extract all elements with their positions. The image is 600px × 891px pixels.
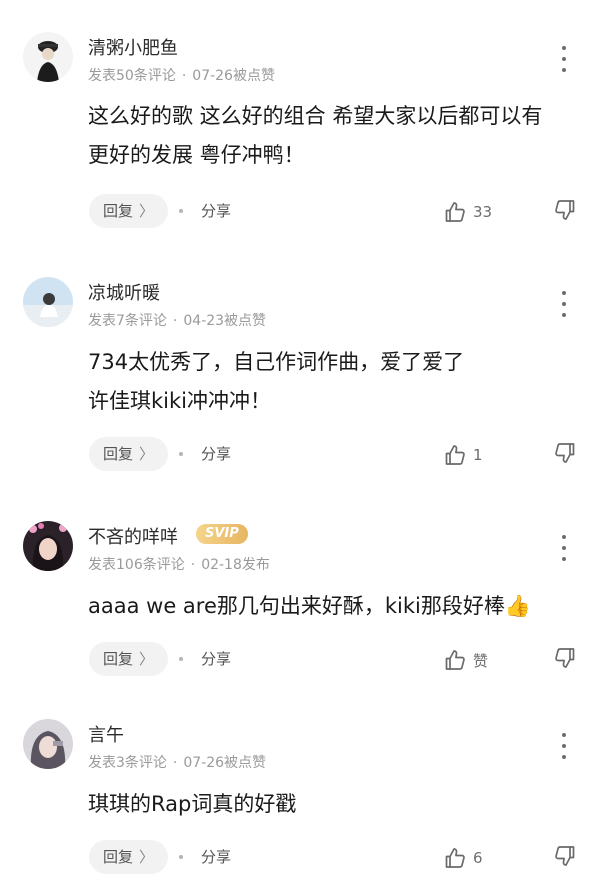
comment-meta: 发表3条评论 · 07-26被点赞 — [88, 752, 266, 772]
dislike-button[interactable] — [553, 198, 577, 226]
reply-label: 回复 — [103, 650, 134, 668]
like-button[interactable]: 1 — [443, 441, 483, 469]
comment-content: 琪琪的Rap词真的好戳 — [88, 785, 580, 824]
comment-time: 07-26被点赞 — [183, 755, 267, 771]
comment-meta: 发表50条评论 · 07-26被点赞 — [88, 65, 275, 85]
username[interactable]: 清粥小肥鱼 — [88, 34, 178, 60]
thumbs-up-icon — [445, 445, 465, 465]
thumbs-down-icon — [555, 443, 575, 463]
dislike-button[interactable] — [553, 646, 577, 674]
more-options-icon[interactable] — [556, 535, 572, 561]
like-count: 33 — [473, 203, 493, 221]
meta-separator: · — [190, 557, 196, 573]
comment-meta: 发表106条评论 · 02-18发布 — [88, 554, 270, 574]
like-button[interactable]: 33 — [443, 198, 492, 226]
share-button[interactable]: 分享 — [201, 437, 231, 471]
meta-separator: · — [181, 68, 187, 84]
comment-line: 琪琪的Rap词真的好戳 — [88, 792, 297, 816]
action-separator — [179, 209, 183, 213]
comment-time: 04-23被点赞 — [183, 313, 267, 329]
comment-stats: 发表7条评论 — [88, 313, 167, 329]
more-options-icon[interactable] — [556, 733, 572, 759]
like-count: 6 — [473, 849, 483, 867]
reply-button[interactable]: 回复〉 — [89, 437, 169, 471]
action-separator — [179, 657, 183, 661]
username[interactable]: 言午 — [88, 721, 124, 747]
more-options-icon[interactable] — [556, 46, 572, 72]
svip-badge: SVIP — [196, 524, 248, 544]
reply-button[interactable]: 回复〉 — [89, 840, 169, 874]
chevron-right-icon: 〉 — [139, 202, 155, 220]
dislike-button[interactable] — [553, 441, 577, 469]
share-button[interactable]: 分享 — [201, 194, 231, 228]
username[interactable]: 凉城听暖 — [88, 279, 160, 305]
more-options-icon[interactable] — [556, 291, 572, 317]
like-count: 1 — [473, 446, 483, 464]
thumbs-up-icon — [445, 202, 465, 222]
thumbs-down-icon — [555, 648, 575, 668]
comment-actions: 回复〉 分享 赞 — [0, 642, 600, 678]
chevron-right-icon: 〉 — [139, 445, 155, 463]
comment-content: aaaa we are那几句出来好酥，kiki那段好棒👍 — [88, 587, 580, 626]
reply-label: 回复 — [103, 445, 134, 463]
chevron-right-icon: 〉 — [139, 650, 155, 668]
reply-label: 回复 — [103, 848, 134, 866]
like-button[interactable]: 赞 — [443, 646, 488, 674]
avatar[interactable] — [23, 277, 73, 327]
comment-meta: 发表7条评论 · 04-23被点赞 — [88, 310, 266, 330]
thumbs-up-icon — [445, 650, 465, 670]
comment-line: 更好的发展 粤仔冲鸭！ — [88, 143, 305, 167]
comment-content: 734太优秀了，自己作词作曲，爱了爱了 许佳琪kiki冲冲冲！ — [88, 343, 580, 421]
thumbs-up-icon — [445, 848, 465, 868]
comment-stats: 发表3条评论 — [88, 755, 167, 771]
comment-line: 许佳琪kiki冲冲冲！ — [88, 389, 271, 413]
chevron-right-icon: 〉 — [139, 848, 155, 866]
comment-time: 07-26被点赞 — [192, 68, 275, 84]
like-button[interactable]: 6 — [443, 844, 483, 872]
comment-line: aaaa we are那几句出来好酥，kiki那段好棒👍 — [88, 594, 532, 618]
comment-stats: 发表106条评论 — [88, 557, 185, 573]
action-separator — [179, 855, 183, 859]
thumbs-down-icon — [555, 200, 575, 220]
comment-stats: 发表50条评论 — [88, 68, 176, 84]
action-separator — [179, 452, 183, 456]
share-button[interactable]: 分享 — [201, 642, 231, 676]
comment-line: 734太优秀了，自己作词作曲，爱了爱了 — [88, 350, 465, 374]
thumbs-down-icon — [555, 846, 575, 866]
like-count: 赞 — [473, 651, 489, 670]
comment-line: 这么好的歌 这么好的组合 希望大家以后都可以有 — [88, 104, 543, 128]
avatar[interactable] — [23, 521, 73, 571]
reply-button[interactable]: 回复〉 — [89, 194, 169, 228]
reply-button[interactable]: 回复〉 — [89, 642, 169, 676]
username[interactable]: 不吝的咩咩 — [88, 523, 178, 549]
comment-actions: 回复〉 分享 6 — [0, 840, 600, 876]
reply-label: 回复 — [103, 202, 134, 220]
comment-list: 清粥小肥鱼 发表50条评论 · 07-26被点赞 这么好的歌 这么好的组合 希望大家… — [0, 0, 600, 891]
dislike-button[interactable] — [553, 844, 577, 872]
meta-separator: · — [172, 755, 178, 771]
comment-actions: 回复〉 分享 1 — [0, 437, 600, 473]
comment-actions: 回复〉 分享 33 — [0, 194, 600, 230]
meta-separator: · — [172, 313, 178, 329]
avatar[interactable] — [23, 719, 73, 769]
share-button[interactable]: 分享 — [201, 840, 231, 874]
comment-time: 02-18发布 — [201, 557, 270, 573]
comment-content: 这么好的歌 这么好的组合 希望大家以后都可以有 更好的发展 粤仔冲鸭！ — [88, 97, 580, 175]
avatar[interactable] — [23, 32, 73, 82]
